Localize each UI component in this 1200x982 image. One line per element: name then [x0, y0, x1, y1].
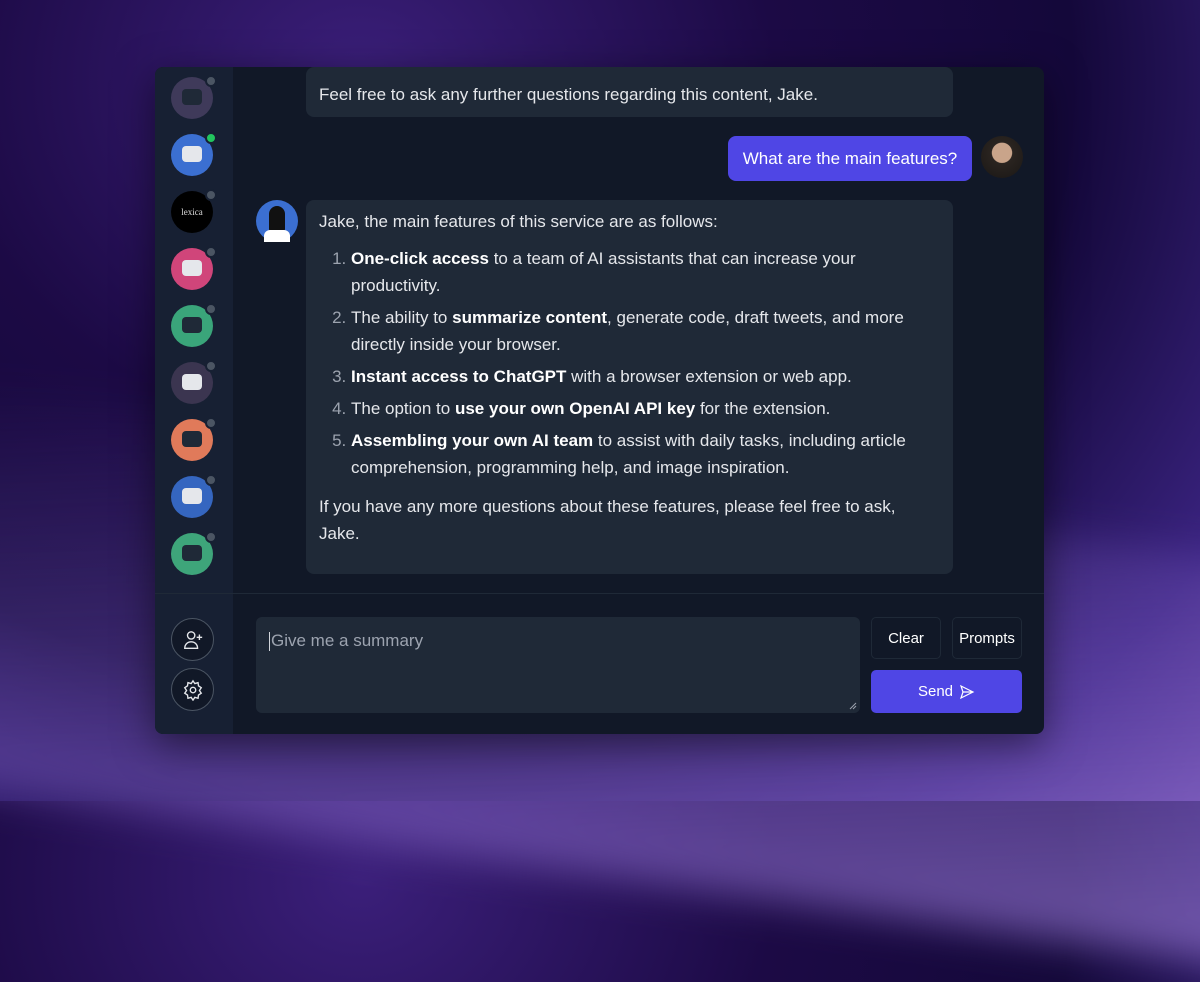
feature-bold: Assembling your own AI team [351, 431, 594, 450]
robot-icon [182, 431, 202, 447]
feature-item: One-click access to a team of AI assista… [351, 245, 940, 299]
clear-button[interactable]: Clear [871, 617, 941, 659]
status-dot [205, 417, 217, 429]
feature-bold: use your own OpenAI API key [454, 399, 696, 418]
clear-label: Clear [888, 629, 924, 647]
assistant-avatar [256, 200, 298, 242]
assistant-message-reply: Jake, the main features of this service … [306, 200, 953, 574]
send-button[interactable]: Send [871, 670, 1022, 713]
user-avatar [981, 136, 1023, 178]
assistant-avatar-robot-blue-face[interactable] [171, 75, 217, 119]
robot-icon [182, 260, 202, 276]
status-dot [205, 132, 217, 144]
feature-item: The option to use your own OpenAI API ke… [351, 395, 940, 422]
prompts-button[interactable]: Prompts [952, 617, 1022, 659]
send-label: Send [917, 683, 954, 700]
prompts-label: Prompts [959, 629, 1015, 647]
reply-intro: Jake, the main features of this service … [319, 212, 718, 231]
status-dot [205, 189, 217, 201]
assistant-avatar-robot-blue-goggles[interactable] [171, 474, 217, 518]
robot-icon [182, 317, 202, 333]
status-dot [205, 531, 217, 543]
message-text: What are the main features? [742, 148, 958, 168]
assistant-avatar-robot-red-helmet[interactable] [171, 360, 217, 404]
robot-icon [182, 89, 202, 105]
status-dot [205, 75, 217, 87]
message-input[interactable]: Give me a summary [256, 617, 860, 713]
add-assistant-button[interactable] [171, 618, 214, 661]
input-placeholder: Give me a summary [271, 631, 424, 650]
user-message: What are the main features? [728, 136, 972, 181]
feature-item: The ability to summarize content, genera… [351, 304, 940, 358]
assistant-avatar-robot-pink-antenna[interactable] [171, 531, 217, 575]
feature-bold: One-click access [351, 249, 489, 268]
chat-window: Lexica Feel free to ask any further ques… [155, 67, 1044, 734]
robot-icon [182, 374, 202, 390]
assistant-avatar-robot-green-visor[interactable] [171, 303, 217, 347]
settings-button[interactable] [171, 668, 214, 711]
feature-bold: Instant access to ChatGPT [351, 367, 567, 386]
assistant-avatar-robot-pink-goggles[interactable] [171, 246, 217, 290]
feature-item: Instant access to ChatGPT with a browser… [351, 363, 940, 390]
feature-rest: with a browser extension or web app. [566, 367, 852, 386]
assistant-sidebar: Lexica [155, 67, 233, 734]
assistant-message-previous: Feel free to ask any further questions r… [306, 67, 953, 117]
robot-icon [269, 206, 285, 232]
status-dot [205, 360, 217, 372]
feature-bold: summarize content [452, 308, 608, 327]
feature-list: One-click access to a team of AI assista… [319, 245, 940, 481]
assistant-avatar-robot-chatgpt[interactable] [171, 132, 217, 176]
status-dot [205, 246, 217, 258]
robot-icon [182, 146, 202, 162]
robot-icon [182, 488, 202, 504]
feature-pre: The option to [351, 399, 455, 418]
user-plus-icon [183, 630, 202, 649]
feature-item: Assembling your own AI team to assist wi… [351, 427, 940, 481]
reply-outro: If you have any more questions about the… [319, 497, 896, 543]
resize-handle-icon[interactable] [849, 702, 857, 710]
assistant-avatar-lexica[interactable]: Lexica [171, 189, 217, 233]
robot-icon [182, 545, 202, 561]
message-text: Feel free to ask any further questions r… [319, 85, 818, 104]
feature-rest: for the extension. [695, 399, 831, 418]
send-icon [959, 684, 975, 699]
status-dot [205, 303, 217, 315]
feature-pre: The ability to [351, 308, 453, 327]
divider [155, 593, 1044, 594]
status-dot [205, 474, 217, 486]
gear-icon [183, 679, 202, 701]
assistant-avatar-robot-orange-diver[interactable] [171, 417, 217, 461]
